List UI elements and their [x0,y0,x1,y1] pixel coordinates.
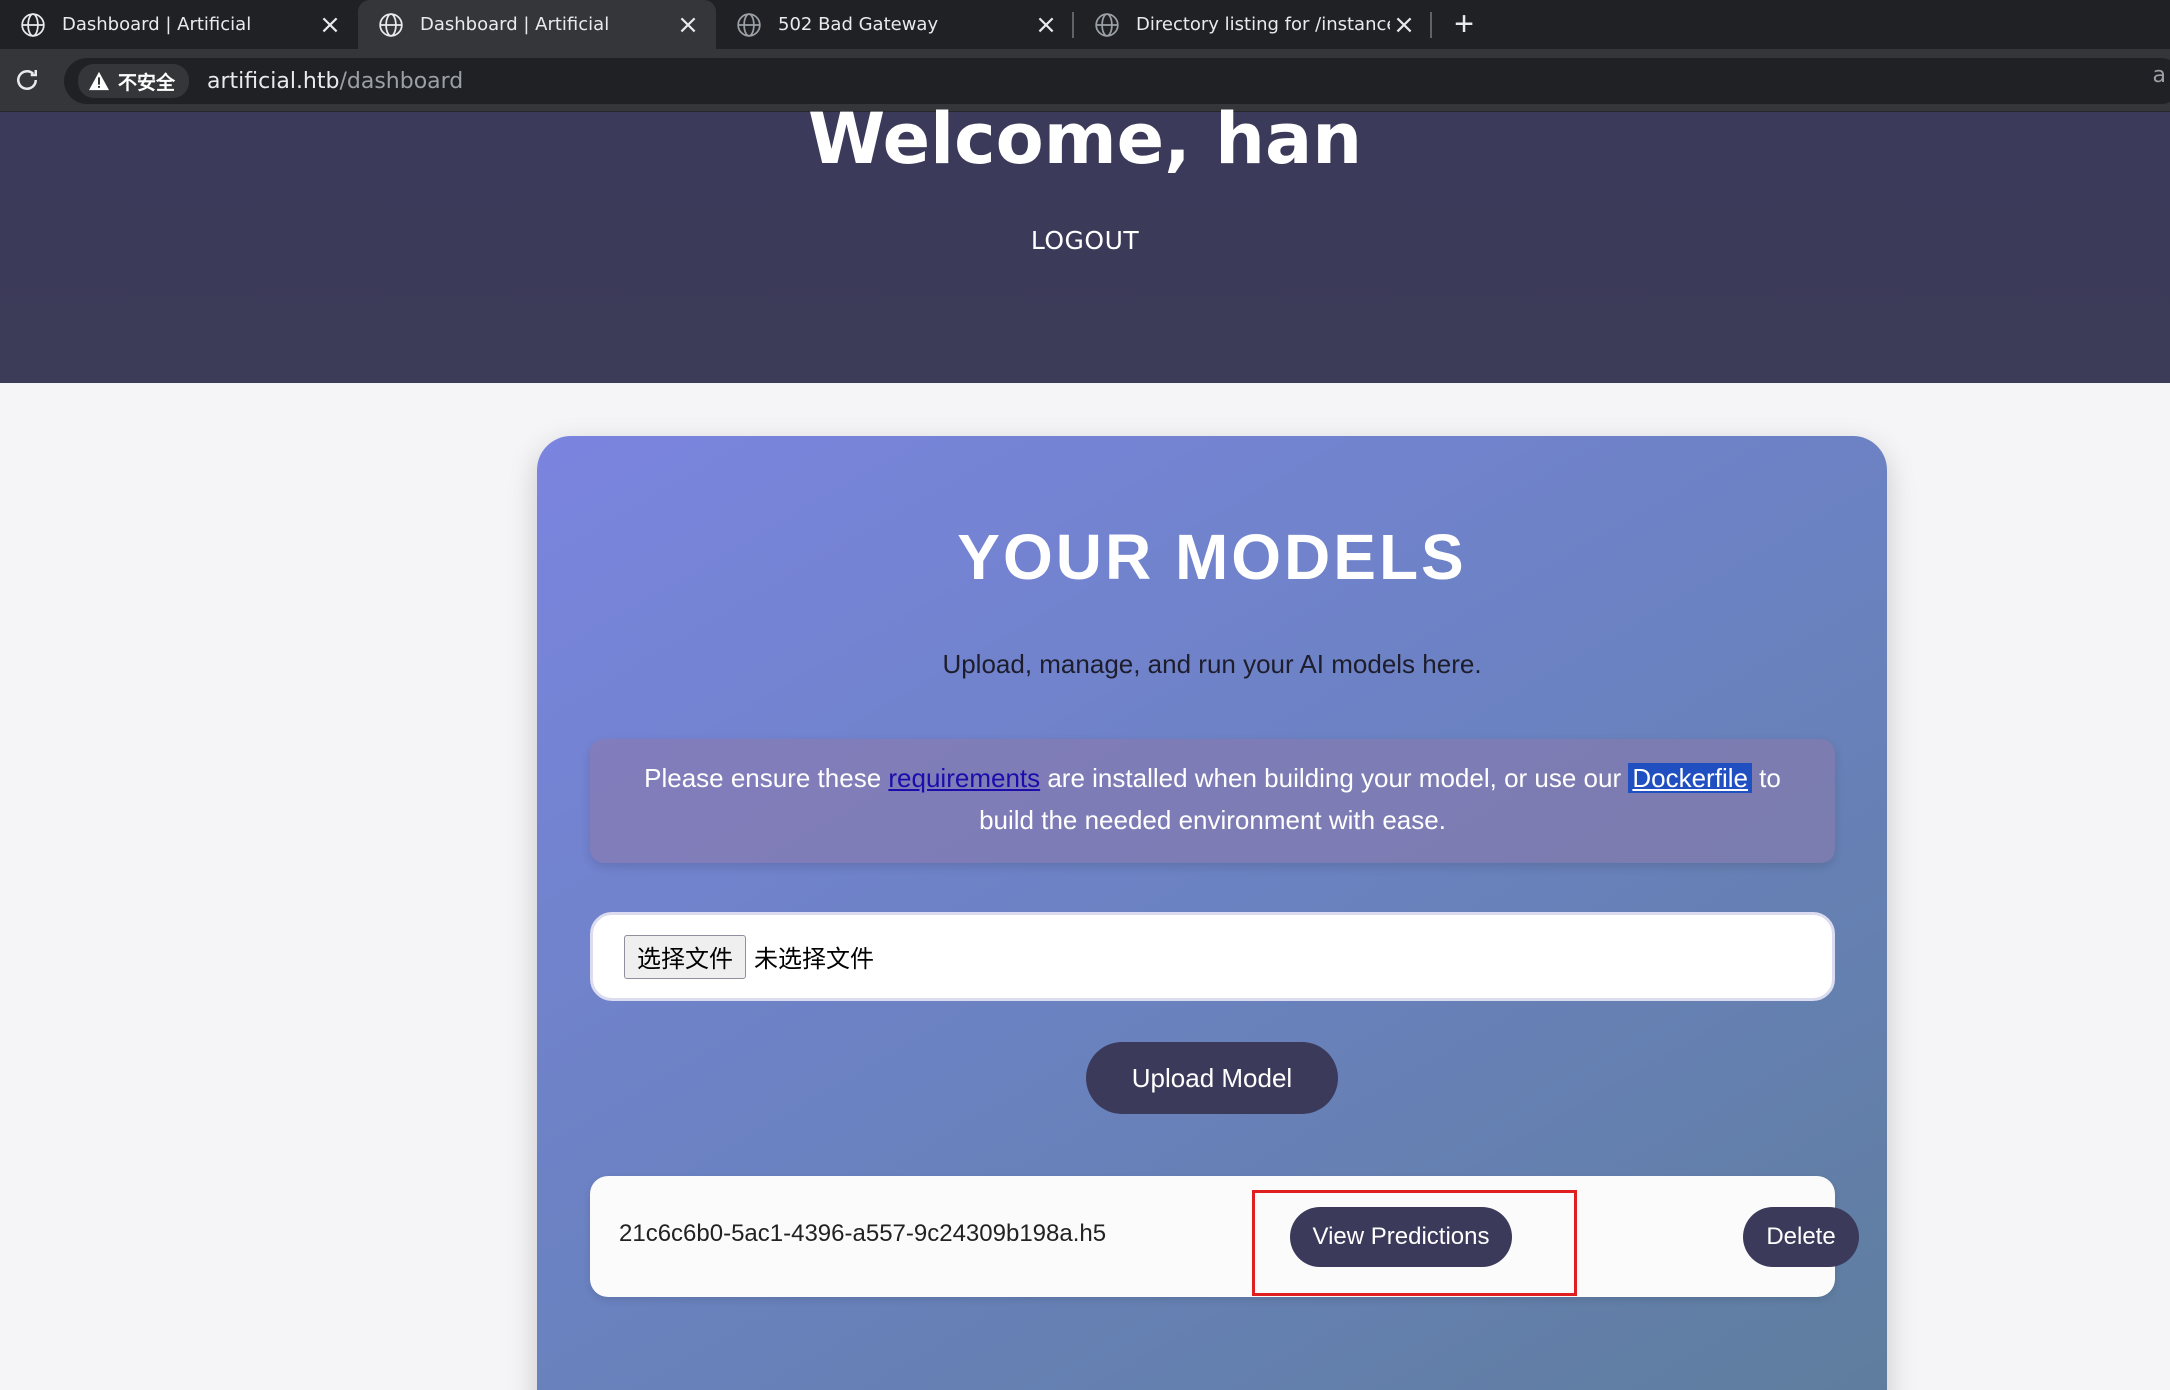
tab-separator [1430,12,1432,38]
url-path: /dashboard [339,68,464,94]
globe-icon [21,12,45,37]
address-bar-edge-text: a [2152,63,2166,88]
notice-text-middle: are installed when building your model, … [1040,763,1629,793]
warning-icon [89,71,109,91]
tab-dashboard-1[interactable]: Dashboard | Artificial × [0,0,358,49]
globe-icon [737,12,761,37]
close-icon[interactable]: × [1032,11,1060,39]
close-icon[interactable]: × [674,11,702,39]
tab-title: 502 Bad Gateway [778,14,939,35]
models-subtitle: Upload, manage, and run your AI models h… [942,649,1482,679]
tab-title: Dashboard | Artificial [420,14,610,35]
file-status: 未选择文件 [754,945,874,973]
requirements-link[interactable]: requirements [888,763,1040,793]
close-icon[interactable]: × [1390,11,1418,39]
reload-icon[interactable] [12,65,42,95]
model-filename: 21c6c6b0-5ac1-4396-a557-9c24309b198a.h5 [619,1220,1107,1247]
browser-tab-bar: Dashboard | Artificial × Dashboard | Art… [0,0,2170,49]
tab-directory-listing[interactable]: Directory listing for /instance/ × [1074,0,1432,49]
globe-icon [1095,12,1119,37]
model-list-item: 21c6c6b0-5ac1-4396-a557-9c24309b198a.h5 … [590,1176,1859,1297]
requirements-notice: Please ensure these requirements are ins… [590,739,1835,863]
page-header: Welcome, han LOGOUT [0,98,2170,383]
new-tab-plus-icon[interactable]: + [1440,0,1488,49]
tab-dashboard-2[interactable]: Dashboard | Artificial × [358,0,716,49]
globe-icon [379,12,403,37]
upload-model-button[interactable]: Upload Model [1086,1042,1338,1114]
security-indicator[interactable]: 不安全 [78,64,190,98]
highlight-annotation-box [1252,1190,1577,1296]
delete-button[interactable]: Delete [1743,1207,1859,1267]
welcome-heading: Welcome, han [807,98,1363,180]
models-title: YOUR MODELS [957,521,1467,593]
tab-title: Dashboard | Artificial [62,14,252,35]
file-input: 选择文件 未选择文件 [590,912,1835,1001]
url-host: artificial.htb [207,68,340,94]
logout-link[interactable]: LOGOUT [0,226,2170,255]
choose-file-button[interactable]: 选择文件 [624,934,746,979]
tab-title: Directory listing for /instance/ [1136,14,1390,35]
close-icon[interactable]: × [316,11,344,39]
models-card: YOUR MODELS Upload, manage, and run your… [537,436,1887,1390]
dockerfile-link[interactable]: Dockerfile [1628,763,1752,793]
notice-text-before: Please ensure these [644,763,889,793]
tab-bad-gateway[interactable]: 502 Bad Gateway × [716,0,1074,49]
security-label: 不安全 [118,71,176,94]
